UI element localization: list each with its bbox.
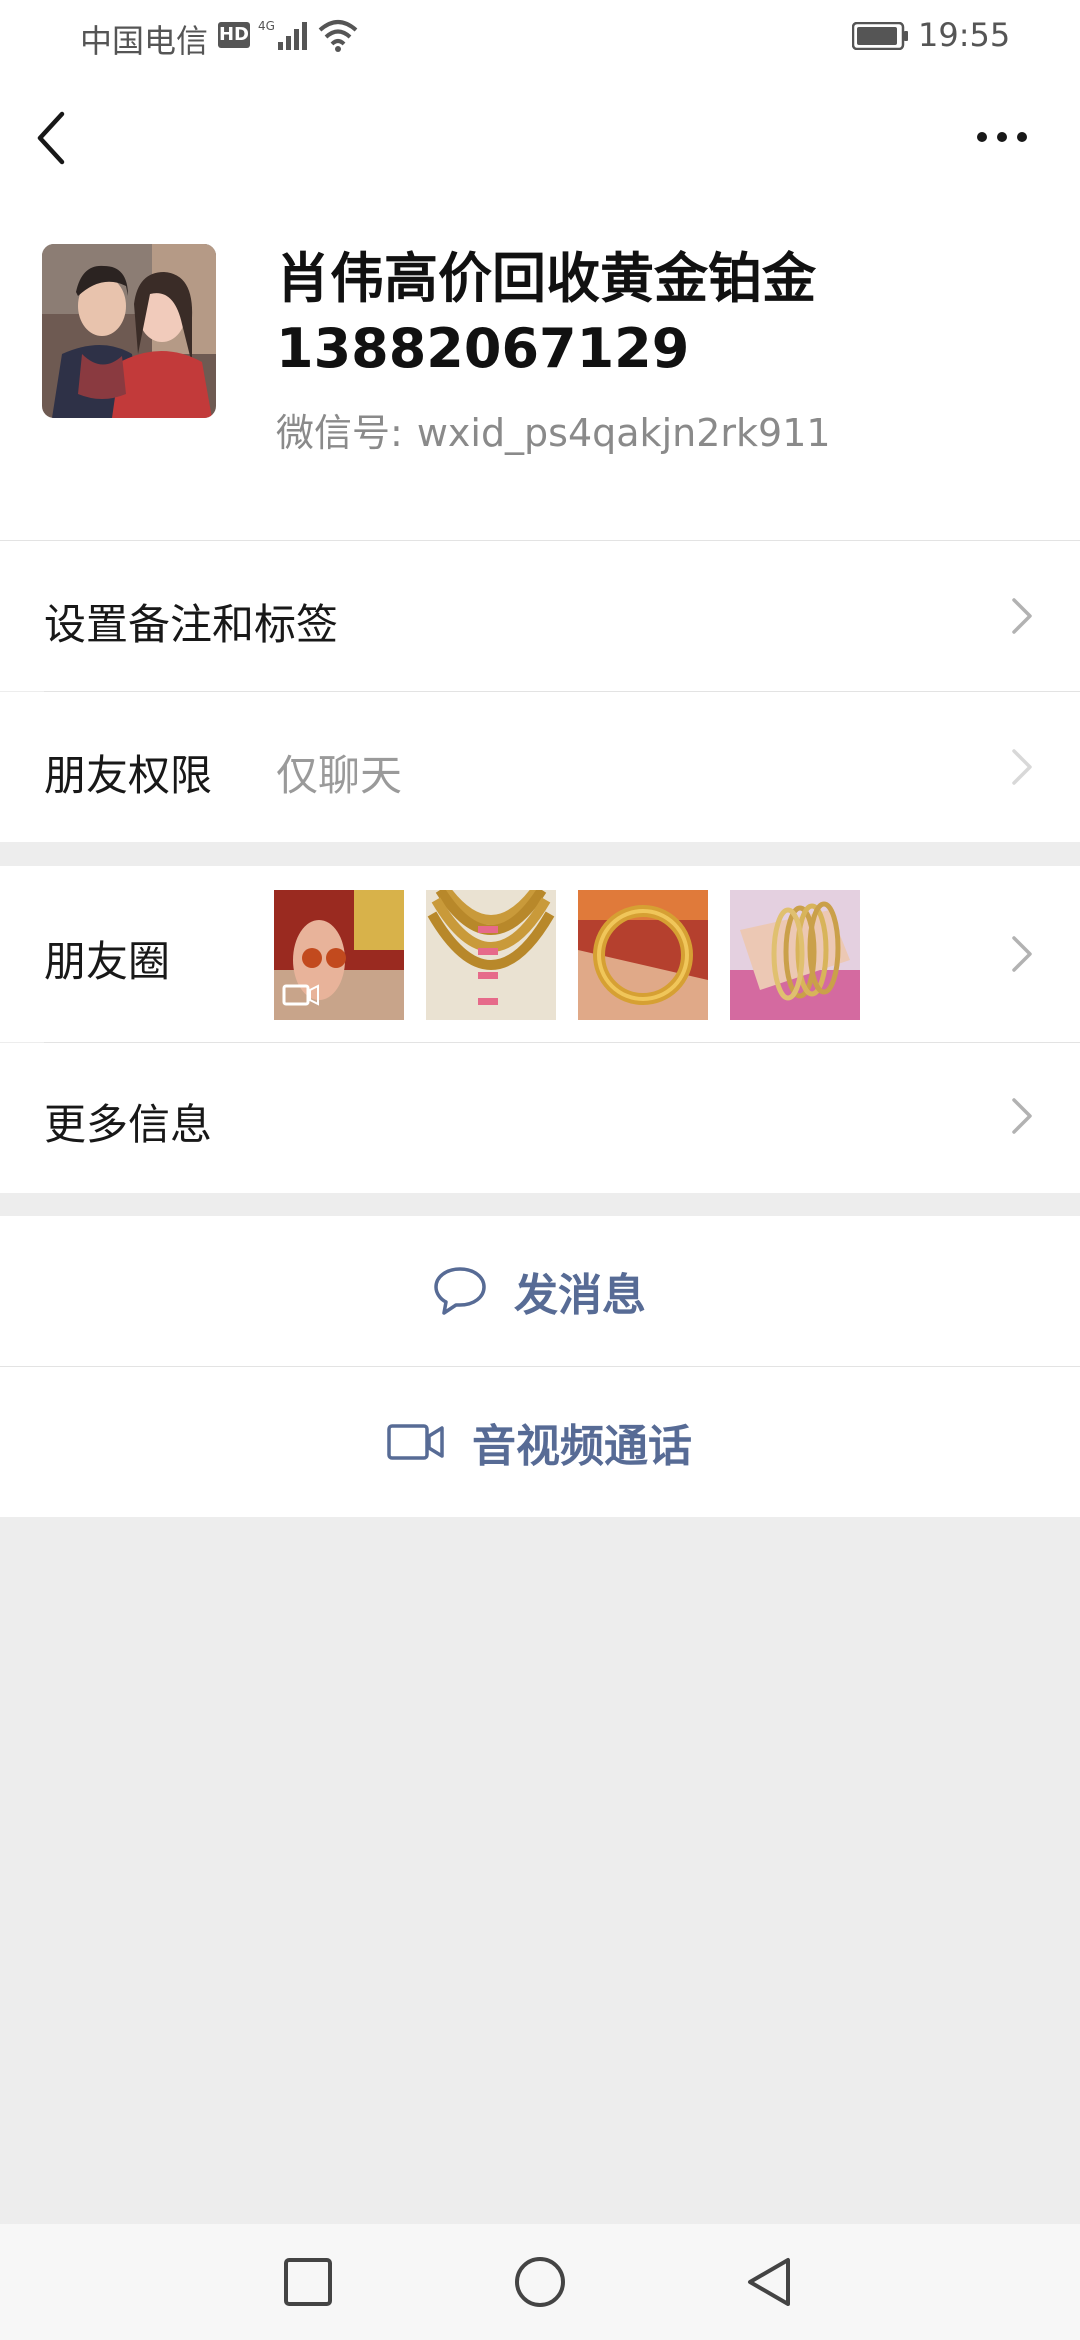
wechat-id: 微信号: wxid_ps4qakjn2rk911 bbox=[276, 402, 831, 457]
moment-thumbnail bbox=[730, 890, 860, 1020]
signal-icon: 4G bbox=[258, 19, 307, 50]
row-friend-permission[interactable]: 朋友权限 仅聊天 bbox=[0, 692, 1080, 842]
profile-header: 肖伟高价回收黄金铂金 13882067129 微信号: wxid_ps4qakjn… bbox=[0, 202, 1080, 540]
video-camera-icon bbox=[387, 1424, 444, 1460]
row-remark-tags[interactable]: 设置备注和标签 bbox=[0, 541, 1080, 691]
send-message-content: 发消息 bbox=[432, 1216, 646, 1366]
video-call-label: 音视频通话 bbox=[472, 1421, 692, 1472]
battery-icon bbox=[852, 22, 908, 50]
top-nav bbox=[0, 72, 1080, 202]
avatar-image bbox=[42, 244, 216, 418]
moment-thumbnail bbox=[578, 890, 708, 1020]
contact-name-line1: 肖伟高价回收黄金铂金 bbox=[276, 247, 816, 310]
moment-thumbnail bbox=[426, 890, 556, 1020]
row-remark-tags-label: 设置备注和标签 bbox=[44, 600, 339, 649]
chevron-right-icon bbox=[1012, 749, 1032, 785]
wechat-id-value: wxid_ps4qakjn2rk911 bbox=[416, 411, 831, 455]
row-more-info[interactable]: 更多信息 bbox=[0, 1043, 1080, 1193]
row-friend-permission-value: 仅聊天 bbox=[276, 751, 403, 800]
ellipsis-icon[interactable] bbox=[972, 122, 1032, 152]
row-more-info-label: 更多信息 bbox=[44, 1100, 213, 1149]
contact-name-line2: 13882067129 bbox=[276, 317, 690, 380]
network-type-label: 4G bbox=[258, 19, 275, 33]
chevron-right-icon bbox=[1012, 936, 1032, 972]
avatar[interactable] bbox=[42, 244, 216, 418]
recent-apps-icon[interactable] bbox=[280, 2254, 336, 2310]
send-message-button[interactable]: 发消息 bbox=[0, 1216, 1080, 1366]
wifi-icon bbox=[318, 20, 358, 52]
back-triangle-icon[interactable] bbox=[742, 2254, 798, 2310]
status-bar: 中国电信 HD 4G 19:55 bbox=[0, 0, 1080, 72]
system-nav-bar bbox=[0, 2224, 1080, 2340]
wechat-id-label: 微信号: bbox=[276, 411, 403, 455]
video-call-button[interactable]: 音视频通话 bbox=[0, 1367, 1080, 1517]
clock: 19:55 bbox=[918, 16, 1011, 54]
row-moments-label: 朋友圈 bbox=[44, 937, 171, 986]
chevron-left-icon[interactable] bbox=[32, 108, 72, 168]
carrier-label: 中国电信 bbox=[80, 22, 209, 60]
home-icon[interactable] bbox=[512, 2254, 568, 2310]
video-call-content: 音视频通话 bbox=[386, 1367, 692, 1517]
chevron-right-icon bbox=[1012, 598, 1032, 634]
row-moments[interactable]: 朋友圈 bbox=[0, 866, 1080, 1042]
row-friend-permission-label: 朋友权限 bbox=[44, 751, 213, 800]
moment-thumbnail bbox=[274, 890, 404, 1020]
chevron-right-icon bbox=[1012, 1098, 1032, 1134]
contact-name: 肖伟高价回收黄金铂金 13882067129 bbox=[276, 244, 816, 384]
send-message-label: 发消息 bbox=[514, 1270, 646, 1321]
hd-badge: HD bbox=[218, 22, 250, 48]
chat-bubble-icon bbox=[434, 1267, 486, 1315]
